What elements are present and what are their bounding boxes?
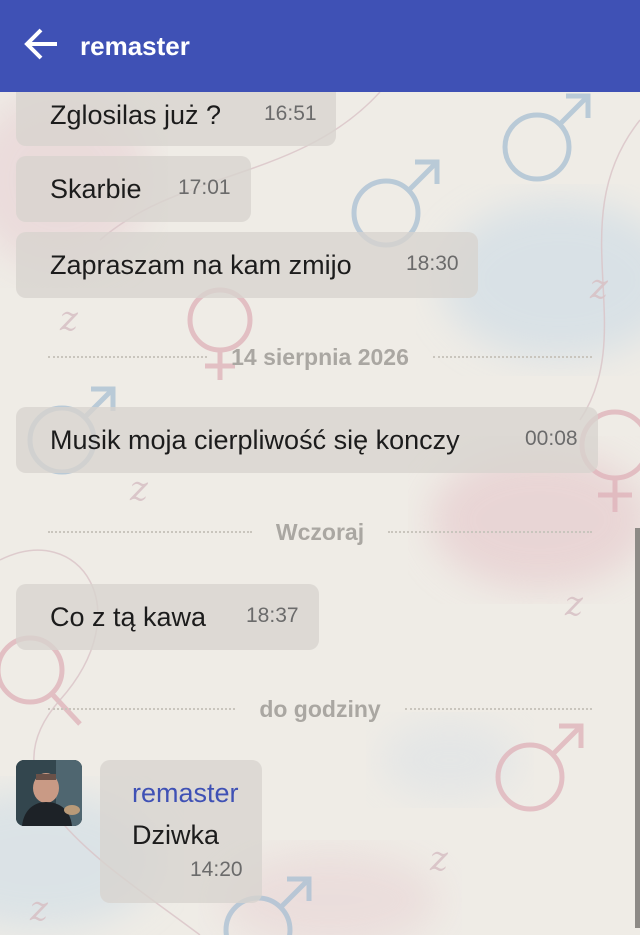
svg-text:z: z (589, 267, 609, 307)
message-text: Skarbie (50, 174, 142, 204)
message-bubble[interactable]: Co z tą kawa 18:37 (16, 584, 319, 650)
message-text: Dziwka (132, 820, 220, 850)
sender-avatar[interactable] (16, 760, 82, 826)
message-time: 14:20 (190, 858, 243, 881)
date-separator-label: Wczoraj (275, 518, 365, 545)
date-separator: do godziny (48, 689, 592, 729)
message-text: Zapraszam na kam zmijo (50, 250, 352, 280)
app-bar: remaster (0, 0, 640, 92)
date-separator: 14 sierpnia 2026 (48, 337, 593, 377)
svg-text:z: z (29, 889, 49, 929)
message-bubble[interactable]: Musik moja cierpliwość się konczy 00:08 (16, 407, 598, 473)
arrow-left-icon (23, 26, 59, 67)
message-time: 00:08 (525, 427, 578, 450)
svg-text:z: z (129, 469, 149, 509)
message-time: 18:37 (246, 604, 299, 627)
message-time: 16:51 (264, 102, 317, 125)
date-separator-label: do godziny (259, 695, 381, 722)
back-button[interactable] (0, 0, 82, 92)
scrollbar[interactable] (635, 528, 640, 928)
chat-title[interactable]: remaster (80, 31, 190, 62)
svg-text:z: z (59, 299, 79, 339)
date-separator: Wczoraj (48, 512, 592, 552)
message-text: Co z tą kawa (50, 602, 207, 632)
message-bubble[interactable]: Zapraszam na kam zmijo 18:30 (16, 232, 478, 298)
date-separator-label: 14 sierpnia 2026 (231, 343, 409, 370)
message-time: 17:01 (178, 176, 231, 199)
message-text: Zglosilas już ? (50, 100, 222, 130)
message-text: Musik moja cierpliwość się konczy (50, 425, 460, 455)
message-bubble[interactable]: Skarbie 17:01 (16, 156, 251, 222)
svg-text:z: z (429, 839, 449, 879)
message-time: 18:30 (406, 252, 459, 275)
sender-name[interactable]: remaster (132, 778, 239, 809)
incoming-message-bubble[interactable]: remaster Dziwka 14:20 (100, 760, 262, 903)
svg-text:z: z (564, 584, 584, 624)
